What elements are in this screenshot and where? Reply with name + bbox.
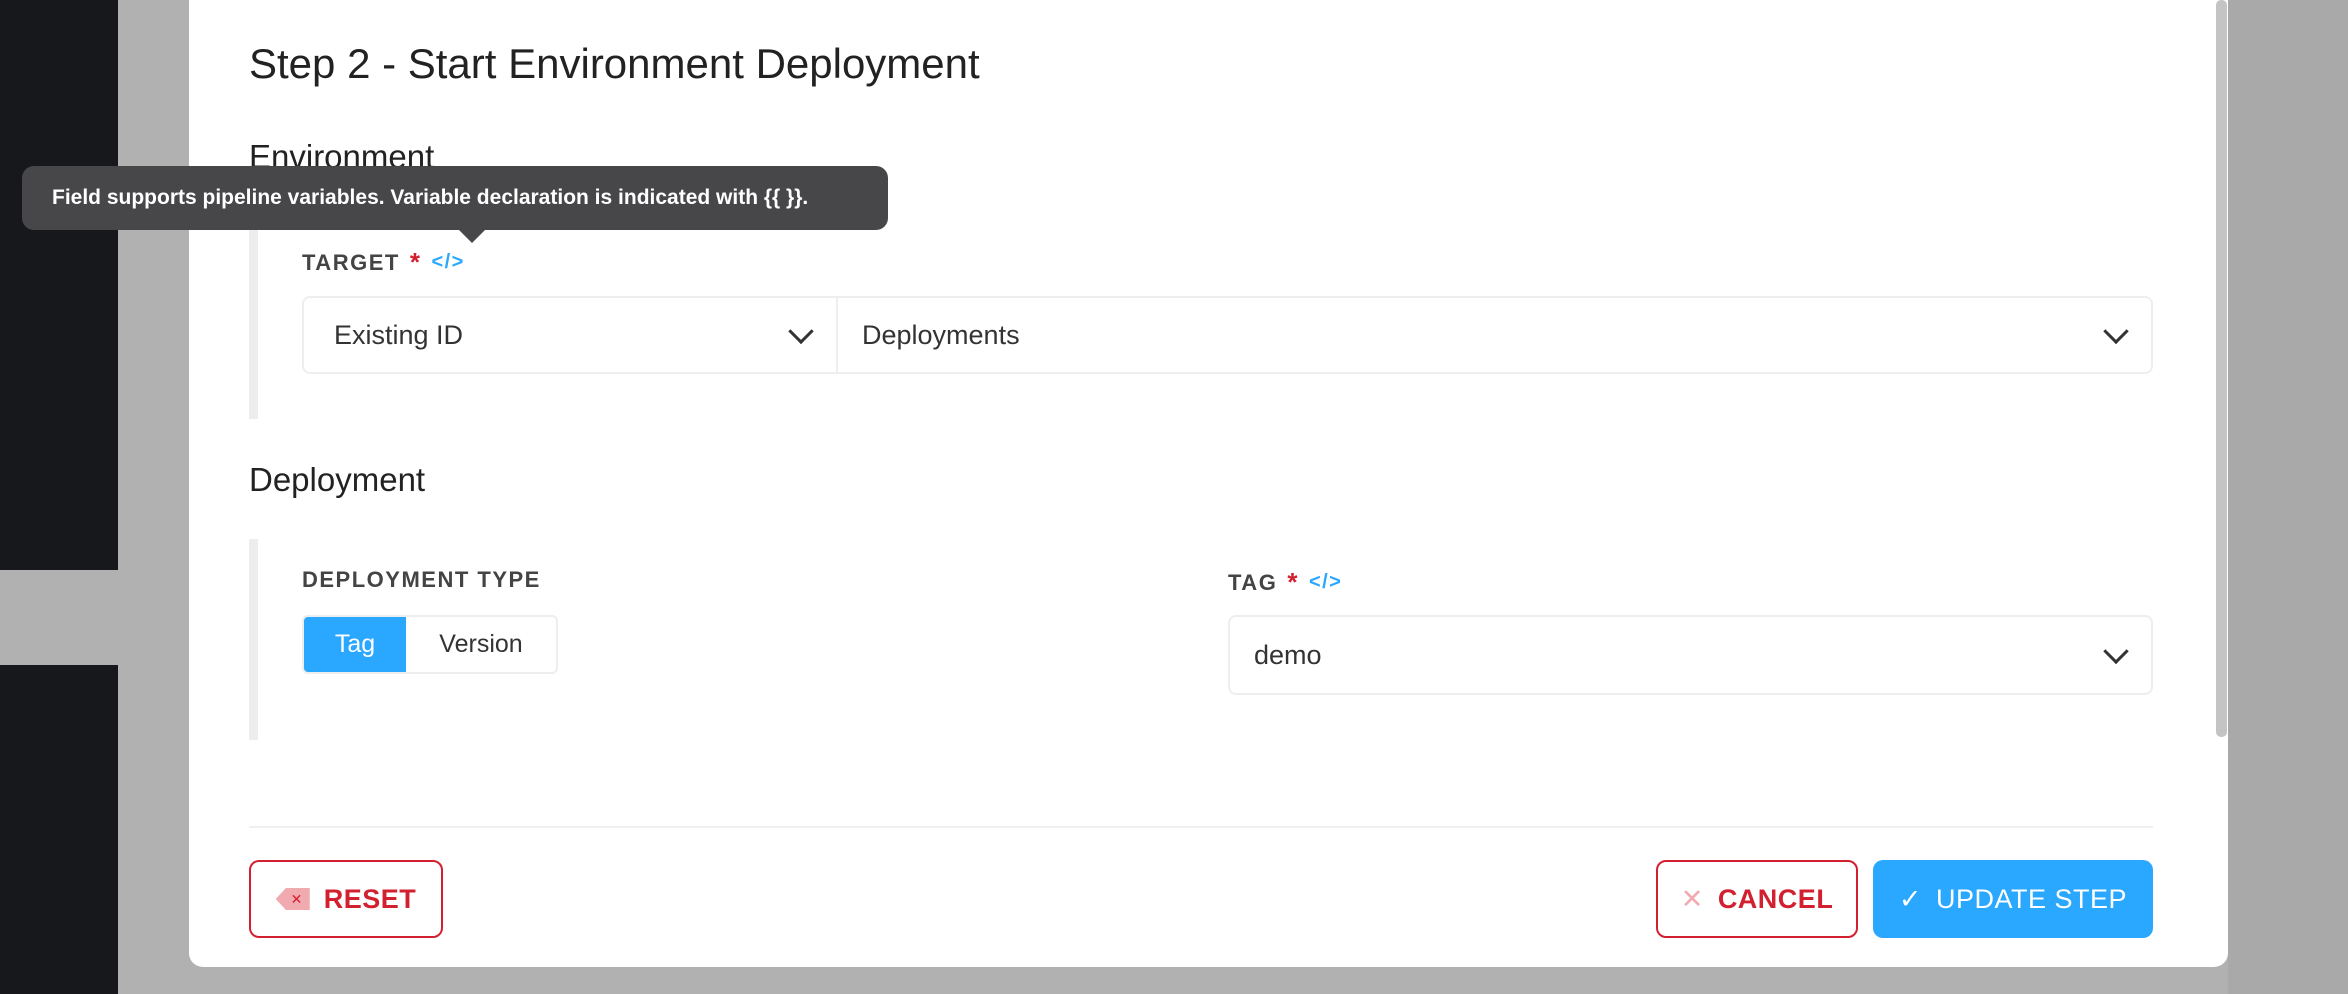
close-icon: ✕ — [1680, 883, 1704, 914]
deployment-section-bar — [249, 539, 258, 740]
chevron-down-icon — [2103, 318, 2129, 345]
toggle-option-version[interactable]: Version — [406, 617, 556, 672]
update-step-button[interactable]: ✓ UPDATE STEP — [1873, 860, 2153, 938]
required-icon: * — [1287, 567, 1299, 597]
target-label: TARGET * </> — [302, 247, 465, 278]
modal-title: Step 2 - Start Environment Deployment — [249, 40, 980, 87]
target-type-value: Existing ID — [334, 319, 464, 350]
tag-label: TAG * </> — [1228, 567, 1342, 598]
footer-divider — [249, 826, 2153, 828]
modal-scrollbar[interactable] — [2216, 0, 2227, 737]
deployment-type-label: DEPLOYMENT TYPE — [302, 567, 541, 593]
update-step-label: UPDATE STEP — [1936, 883, 2128, 914]
tag-label-text: TAG — [1228, 569, 1278, 595]
reset-label: RESET — [323, 883, 417, 914]
code-variable-icon[interactable]: </> — [431, 251, 464, 274]
deployment-type-toggle: Tag Version — [302, 615, 558, 674]
check-icon: ✓ — [1898, 883, 1923, 914]
background-sidebar — [0, 0, 118, 570]
target-label-text: TARGET — [302, 249, 400, 275]
tooltip-text: Field supports pipeline variables. Varia… — [52, 186, 809, 209]
variables-tooltip: Field supports pipeline variables. Varia… — [22, 166, 888, 243]
chevron-down-icon — [788, 318, 814, 345]
target-value: Deployments — [862, 319, 1020, 350]
required-icon: * — [409, 247, 422, 277]
tag-select[interactable]: demo — [1228, 615, 2153, 695]
code-variable-icon[interactable]: </> — [1309, 571, 1342, 594]
deployment-type-label-text: DEPLOYMENT TYPE — [302, 567, 541, 592]
target-type-select[interactable]: Existing ID — [302, 296, 838, 374]
environment-section-bar — [249, 225, 258, 419]
tag-value: demo — [1254, 639, 1322, 670]
step-modal — [189, 0, 2228, 967]
target-value-select[interactable]: Deployments — [836, 296, 2153, 374]
cancel-button[interactable]: ✕ CANCEL — [1656, 860, 1858, 938]
background-panel — [2228, 0, 2348, 994]
background-sidebar-lower — [0, 665, 118, 994]
reset-button[interactable]: ✕ RESET — [249, 860, 443, 938]
cancel-label: CANCEL — [1717, 883, 1834, 914]
toggle-option-tag[interactable]: Tag — [304, 617, 406, 672]
chevron-down-icon — [2103, 638, 2129, 665]
deployment-heading: Deployment — [249, 461, 426, 498]
backspace-icon: ✕ — [275, 888, 310, 910]
